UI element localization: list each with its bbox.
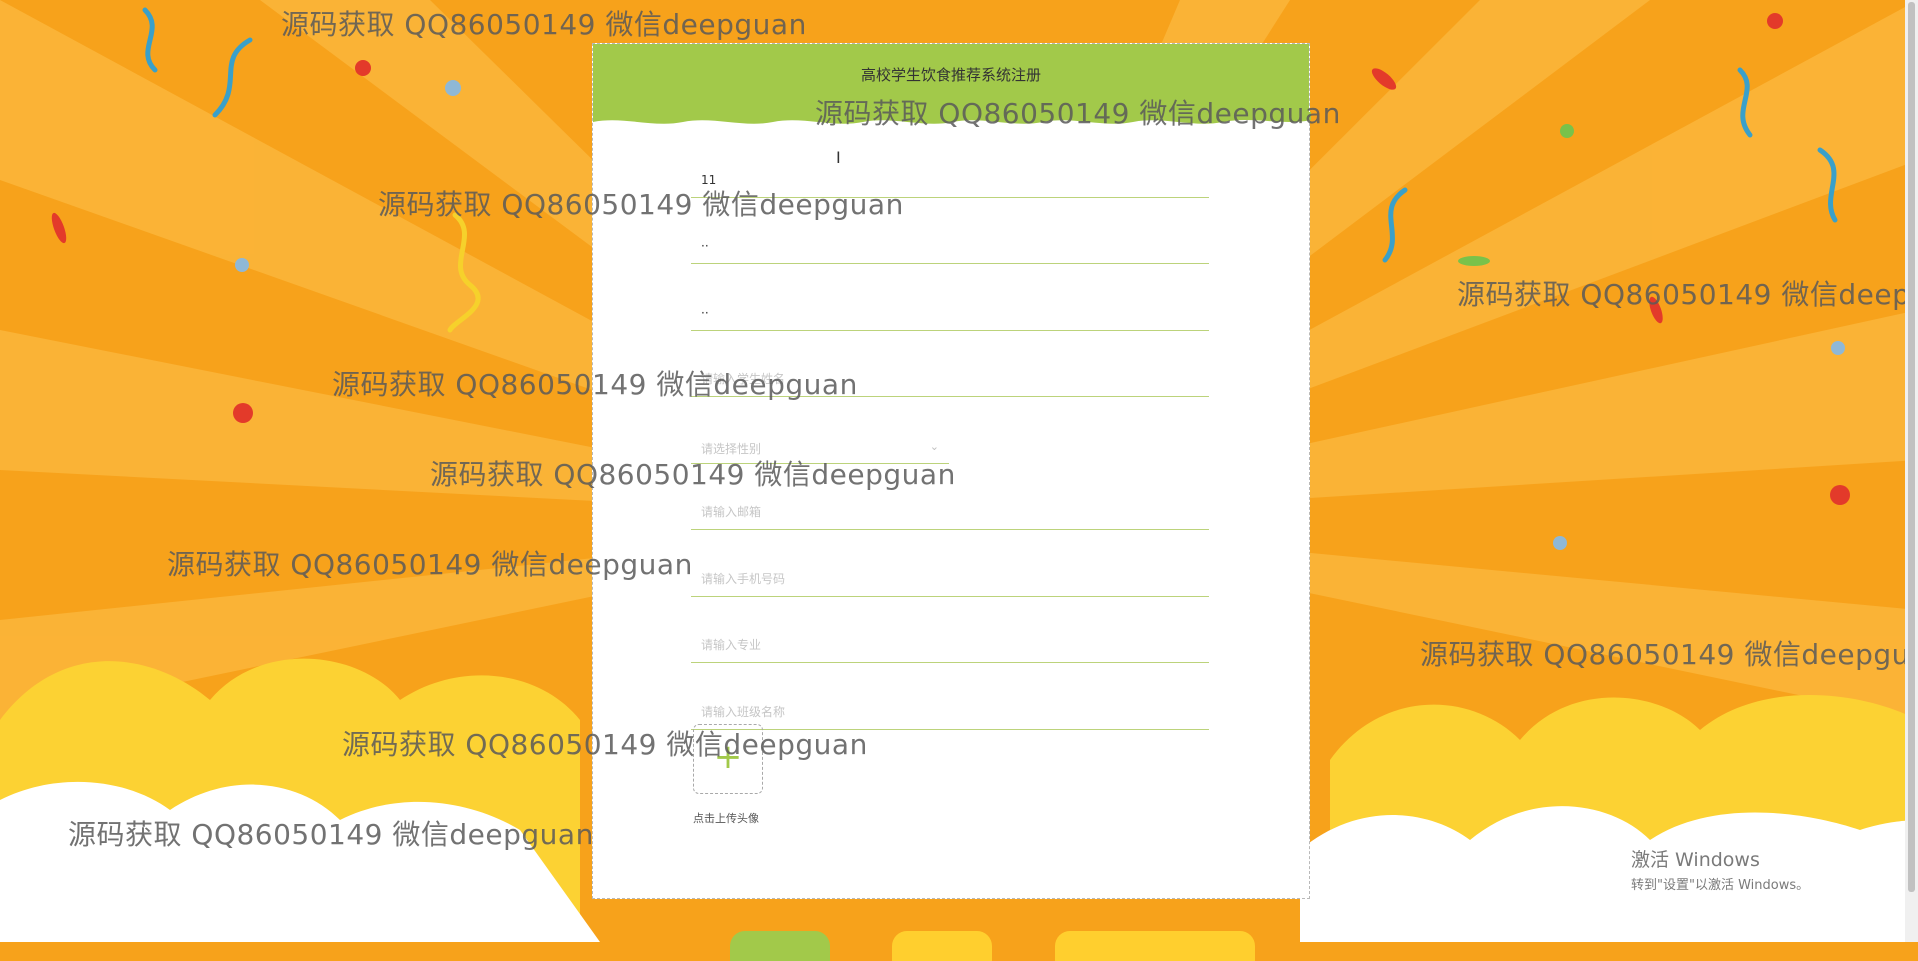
major-input[interactable] [691,627,1209,663]
text-cursor-icon: I [836,148,841,167]
registration-card: 高校学生饮食推荐系统注册 请选择性别 ⌄ + 点击上传头像 [592,43,1311,899]
confirm-password-input[interactable] [691,295,1209,331]
scrollbar-thumb[interactable] [1908,2,1915,892]
gender-select[interactable]: 请选择性别 ⌄ [691,428,949,464]
password-input[interactable] [691,228,1209,264]
reset-button[interactable] [892,931,992,961]
activation-subtitle: 转到"设置"以激活 Windows。 [1631,878,1810,893]
page-title: 高校学生饮食推荐系统注册 [860,66,1041,84]
class-name-input[interactable] [691,694,1209,730]
plus-icon: + [713,737,743,777]
account-input[interactable] [691,162,1209,198]
gender-select-placeholder: 请选择性别 [701,442,762,456]
phone-input[interactable] [691,561,1209,597]
register-button[interactable] [730,931,830,961]
activation-title: 激活 Windows [1631,849,1760,871]
avatar-upload[interactable]: + [693,724,763,794]
email-input[interactable] [691,494,1209,530]
login-link-button[interactable] [1055,931,1255,961]
chevron-down-icon: ⌄ [929,440,939,453]
student-name-input[interactable] [691,361,1209,397]
windows-activation-notice: 激活 Windows 转到"设置"以激活 Windows。 [1631,845,1809,893]
vertical-scrollbar[interactable] [1905,0,1918,942]
upload-tip: 点击上传头像 [693,812,759,825]
card-header: 高校学生饮食推荐系统注册 [593,44,1311,124]
